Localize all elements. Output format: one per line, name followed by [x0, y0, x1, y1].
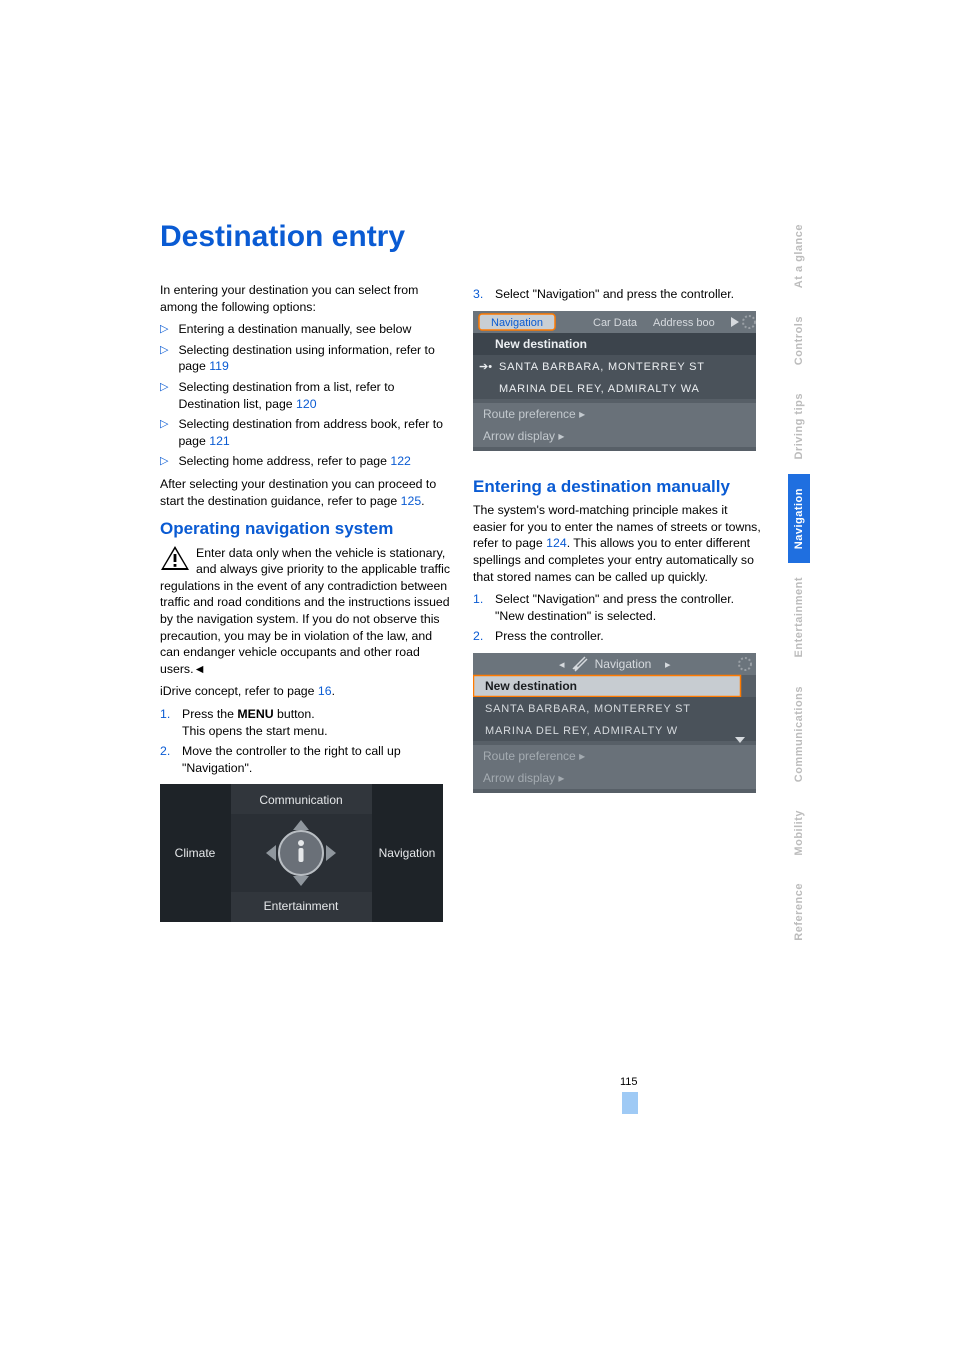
- svg-text:▸: ▸: [665, 659, 671, 671]
- svg-text:Arrow display ▸: Arrow display ▸: [483, 771, 564, 785]
- svg-text:Arrow display ▸: Arrow display ▸: [483, 429, 564, 443]
- step-number: 2.: [160, 743, 182, 760]
- list-item: 1. Press the MENU button. This opens the…: [160, 706, 451, 739]
- step-text: Press the MENU button. This opens the st…: [182, 706, 451, 739]
- list-item: ▷ Selecting destination using informatio…: [160, 342, 451, 375]
- after-select-text: After selecting your destination you can…: [160, 476, 451, 509]
- list-item: 2. Press the controller.: [473, 628, 764, 645]
- idrive-ref: iDrive concept, refer to page 16.: [160, 683, 451, 700]
- warning-icon: [160, 545, 190, 571]
- svg-text:◂: ◂: [559, 659, 565, 671]
- list-item: ▷ Selecting destination from a list, ref…: [160, 379, 451, 412]
- page-link[interactable]: 119: [209, 359, 229, 373]
- svg-text:➔•: ➔•: [479, 361, 492, 373]
- list-item: 1. Select "Navigation" and press the con…: [473, 591, 764, 624]
- bullet-text: Selecting home address, refer to page 12…: [178, 453, 451, 470]
- step-number: 2.: [473, 628, 495, 645]
- svg-text:Car Data: Car Data: [593, 317, 638, 329]
- svg-text:Navigation: Navigation: [595, 657, 652, 671]
- left-column: In entering your destination you can sel…: [160, 282, 451, 922]
- triangle-icon: ▷: [160, 379, 168, 396]
- step-number: 1.: [473, 591, 495, 608]
- list-item: ▷ Selecting home address, refer to page …: [160, 453, 451, 470]
- nav-screenshot-1: Navigation Car Data Address boo New dest…: [473, 311, 764, 451]
- step-text: Select "Navigation" and press the contro…: [495, 286, 764, 303]
- intro-text: In entering your destination you can sel…: [160, 282, 451, 315]
- step-text: Select "Navigation" and press the contro…: [495, 591, 764, 624]
- step-number: 1.: [160, 706, 182, 723]
- bullet-text: Selecting destination from address book,…: [178, 416, 451, 449]
- tab-at-a-glance[interactable]: At a glance: [788, 210, 810, 302]
- svg-text:MARINA DEL REY, ADMIRALTY WA: MARINA DEL REY, ADMIRALTY WA: [499, 383, 700, 395]
- list-item: 3. Select "Navigation" and press the con…: [473, 286, 764, 303]
- idrive-left-label: Climate: [175, 846, 216, 860]
- step-text: Move the controller to the right to call…: [182, 743, 451, 776]
- idrive-top-label: Communication: [259, 793, 342, 807]
- page-link[interactable]: 120: [296, 397, 317, 411]
- bullet-text: Selecting destination from a list, refer…: [178, 379, 451, 412]
- svg-text:SANTA BARBARA, MONTERREY ST: SANTA BARBARA, MONTERREY ST: [485, 703, 691, 715]
- bullet-text: Selecting destination using information,…: [178, 342, 451, 375]
- page-link[interactable]: 121: [209, 434, 230, 448]
- nav-screenshot-2: ◂ Navigation ▸ New destinati: [473, 653, 764, 793]
- heading-operating-nav: Operating navigation system: [160, 519, 451, 539]
- triangle-icon: ▷: [160, 416, 168, 433]
- right-column: 3. Select "Navigation" and press the con…: [473, 282, 764, 922]
- left-steps: 1. Press the MENU button. This opens the…: [160, 706, 451, 776]
- list-item: ▷ Selecting destination from address boo…: [160, 416, 451, 449]
- svg-text:Address boo: Address boo: [653, 317, 715, 329]
- triangle-icon: ▷: [160, 321, 168, 338]
- svg-text:Navigation: Navigation: [491, 317, 543, 329]
- manual-para: The system's word-matching principle mak…: [473, 502, 764, 585]
- svg-text:New destination: New destination: [485, 679, 577, 693]
- step-text: Press the controller.: [495, 628, 764, 645]
- triangle-icon: ▷: [160, 453, 168, 470]
- warning-text: Enter data only when the vehicle is stat…: [160, 546, 450, 676]
- tab-entertainment[interactable]: Entertainment: [788, 563, 810, 671]
- manual-steps: 1. Select "Navigation" and press the con…: [473, 591, 764, 645]
- list-item: ▷ Entering a destination manually, see b…: [160, 321, 451, 338]
- idrive-menu-illustration: Communication Climate Navigation Enterta…: [160, 784, 451, 922]
- page-link[interactable]: 124: [546, 536, 567, 550]
- list-item: 2. Move the controller to the right to c…: [160, 743, 451, 776]
- side-tabs: At a glance Controls Driving tips Naviga…: [788, 210, 810, 955]
- page-link[interactable]: 16: [318, 684, 332, 698]
- svg-text:New destination: New destination: [495, 337, 587, 351]
- page-title: Destination entry: [160, 220, 765, 254]
- tab-driving-tips[interactable]: Driving tips: [788, 379, 810, 474]
- options-list: ▷ Entering a destination manually, see b…: [160, 321, 451, 470]
- tab-navigation[interactable]: Navigation: [788, 474, 810, 563]
- end-marker-icon: ◄: [194, 662, 206, 676]
- tab-reference[interactable]: Reference: [788, 869, 810, 955]
- svg-text:Route preference ▸: Route preference ▸: [483, 407, 585, 421]
- idrive-right-label: Navigation: [379, 846, 436, 860]
- idrive-bottom-label: Entertainment: [264, 899, 339, 913]
- bullet-text: Entering a destination manually, see bel…: [178, 321, 451, 338]
- svg-text:SANTA BARBARA, MONTERREY ST: SANTA BARBARA, MONTERREY ST: [499, 361, 705, 373]
- svg-text:MARINA DEL REY, ADMIRALTY W: MARINA DEL REY, ADMIRALTY W: [485, 725, 678, 737]
- page-link[interactable]: 125: [401, 494, 422, 508]
- right-step3: 3. Select "Navigation" and press the con…: [473, 286, 764, 303]
- tab-communications[interactable]: Communications: [788, 672, 810, 796]
- step-number: 3.: [473, 286, 495, 303]
- page-marker: [622, 1092, 638, 1114]
- tab-mobility[interactable]: Mobility: [788, 796, 810, 870]
- svg-text:Route preference ▸: Route preference ▸: [483, 749, 585, 763]
- triangle-icon: ▷: [160, 342, 168, 359]
- page-link[interactable]: 122: [390, 454, 411, 468]
- warning-block: Enter data only when the vehicle is stat…: [160, 545, 451, 678]
- heading-enter-manual: Entering a destination manually: [473, 477, 764, 497]
- tab-controls[interactable]: Controls: [788, 302, 810, 379]
- page-number: 115: [620, 1076, 638, 1088]
